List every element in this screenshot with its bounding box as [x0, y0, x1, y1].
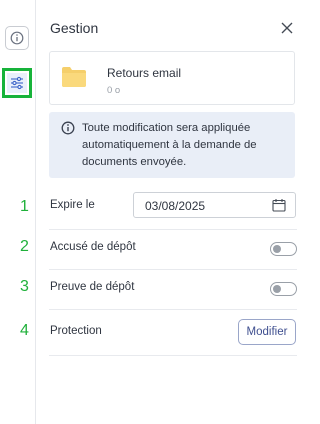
expire-date-input[interactable]: 03/08/2025 — [133, 192, 296, 218]
panel-title: Gestion — [50, 20, 99, 36]
file-size: 0 o — [107, 85, 121, 96]
divider — [49, 269, 297, 270]
management-panel: Gestion Retours email 0 o Toute modifica… — [37, 0, 300, 424]
notice-text: Toute modification sera appliquée automa… — [82, 122, 257, 168]
calendar-icon[interactable] — [272, 198, 286, 212]
info-icon — [10, 31, 24, 45]
protection-label: Protection — [50, 325, 102, 337]
info-rail-button[interactable] — [5, 26, 29, 50]
info-icon — [61, 121, 75, 135]
accuse-toggle[interactable] — [270, 242, 297, 256]
preuve-toggle[interactable] — [270, 282, 297, 296]
divider — [49, 355, 297, 356]
marker-4: 4 — [20, 322, 29, 339]
preuve-label: Preuve de dépôt — [50, 281, 135, 293]
marker-3: 3 — [20, 278, 29, 295]
close-icon[interactable] — [280, 21, 294, 35]
accuse-label: Accusé de dépôt — [50, 241, 136, 253]
marker-2: 2 — [20, 238, 29, 255]
file-name: Retours email — [107, 66, 182, 80]
folder-icon — [62, 67, 86, 87]
settings-rail-button[interactable] — [2, 68, 32, 98]
divider — [49, 309, 297, 310]
side-rail — [0, 0, 36, 424]
sliders-icon — [11, 76, 23, 90]
file-card[interactable]: Retours email 0 o — [49, 51, 295, 105]
expire-label: Expire le — [50, 199, 95, 211]
info-notice: Toute modification sera appliquée automa… — [49, 112, 295, 178]
expire-date-value: 03/08/2025 — [145, 199, 206, 213]
divider — [49, 229, 297, 230]
modify-button[interactable]: Modifier — [238, 319, 296, 345]
marker-1: 1 — [20, 198, 29, 215]
